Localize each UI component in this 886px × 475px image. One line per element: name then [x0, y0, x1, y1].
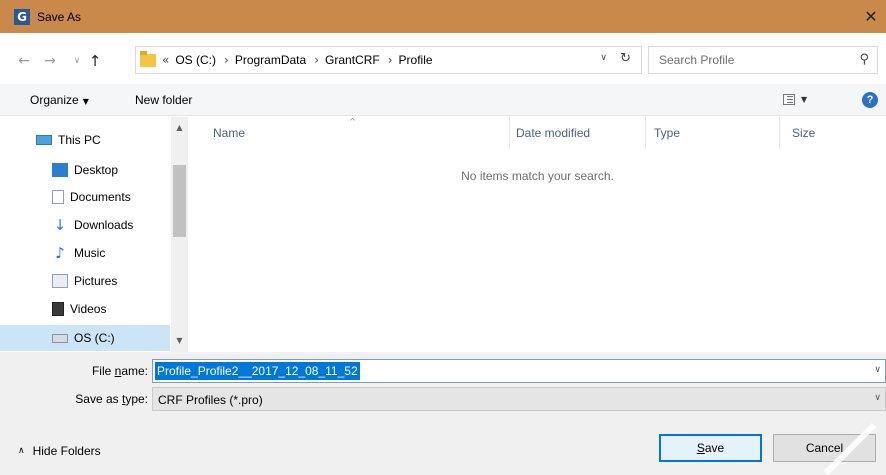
sidebar-item-pictures[interactable]: Pictures — [0, 268, 170, 294]
sidebar-item-label: This PC — [58, 133, 101, 147]
forward-arrow-icon[interactable]: → — [40, 51, 60, 71]
sidebar-item-documents[interactable]: Documents — [0, 184, 170, 210]
breadcrumb-profile[interactable]: Profile — [399, 53, 433, 67]
column-header-name[interactable]: Name — [213, 117, 245, 149]
download-arrow-icon: ↓ — [53, 216, 67, 234]
title-bar: G Save As ✕ — [0, 0, 886, 33]
column-header-date-modified[interactable]: Date modified — [516, 117, 590, 149]
sidebar-item-desktop[interactable]: Desktop — [0, 157, 170, 183]
back-arrow-icon[interactable]: ← — [14, 51, 34, 71]
file-list: Name ^ Date modified Type Size No items … — [189, 117, 886, 352]
sort-ascending-icon: ^ — [349, 117, 356, 126]
music-note-icon: ♪ — [55, 244, 65, 262]
column-divider[interactable] — [779, 117, 780, 149]
documents-icon — [52, 190, 64, 204]
label-text: File — [91, 364, 115, 378]
file-name-label: File name: — [60, 364, 148, 378]
command-toolbar: Organize ▼ New folder ▼ ? — [0, 84, 886, 116]
sidebar-item-music[interactable]: ♪ Music — [0, 240, 170, 266]
file-name-input[interactable]: Profile_Profile2__2017_12_08_11_52 ∨ — [152, 359, 886, 383]
app-icon: G — [14, 8, 30, 25]
save-label: ave — [704, 441, 725, 455]
scroll-up-arrow-icon[interactable]: ▲ — [171, 119, 188, 135]
address-dropdown-chevron-icon[interactable]: ∨ — [600, 53, 607, 63]
save-button[interactable]: Save — [659, 434, 762, 462]
refresh-icon[interactable]: ↻ — [620, 51, 631, 66]
column-header-type[interactable]: Type — [654, 117, 680, 149]
pictures-icon — [52, 274, 68, 288]
video-film-icon — [52, 302, 64, 316]
sidebar-item-label: OS (C:) — [74, 331, 115, 345]
sidebar-item-label: Downloads — [74, 218, 134, 232]
chevron-up-icon: ∧ — [18, 446, 25, 456]
column-header-size[interactable]: Size — [792, 117, 815, 149]
search-icon[interactable]: ⚲ — [859, 52, 869, 67]
navigation-pane-scrollbar[interactable]: ▲ ▼ — [171, 117, 188, 352]
breadcrumb-programdata[interactable]: ProgramData — [235, 53, 306, 67]
help-icon[interactable]: ? — [862, 92, 878, 108]
search-input[interactable]: Search Profile ⚲ — [648, 46, 878, 74]
close-icon[interactable]: ✕ — [856, 0, 886, 33]
watermark-icon — [823, 422, 877, 475]
sidebar-item-label: Pictures — [74, 274, 118, 288]
view-options-icon[interactable] — [783, 94, 795, 105]
sidebar-item-label: Documents — [70, 190, 131, 204]
new-folder-button[interactable]: New folder — [135, 93, 192, 107]
organize-button[interactable]: Organize ▼ — [30, 93, 89, 107]
file-name-dropdown-chevron-icon[interactable]: ∨ — [874, 365, 881, 375]
save-form-area: File name: Profile_Profile2__2017_12_08_… — [0, 352, 886, 475]
save-accelerator: S — [696, 441, 705, 455]
sidebar-item-label: Desktop — [74, 163, 119, 177]
hide-folders-button[interactable]: ∧ Hide Folders — [18, 444, 101, 458]
address-bar[interactable]: « OS (C:) › ProgramData › GrantCRF › Pro… — [135, 46, 642, 74]
breadcrumb-separator-icon[interactable]: › — [388, 53, 393, 67]
search-placeholder: Search Profile — [659, 53, 735, 67]
save-as-type-value: CRF Profiles (*.pro) — [158, 393, 263, 407]
label-text: ame: — [121, 364, 148, 378]
computer-icon — [36, 135, 52, 145]
navigation-row: ← → ∨ ↑ « OS (C:) › ProgramData › GrantC… — [0, 44, 886, 78]
label-text: ype: — [125, 392, 148, 406]
desktop-folder-icon — [52, 163, 68, 177]
up-arrow-icon[interactable]: ↑ — [85, 51, 105, 71]
window-title: Save As — [37, 9, 82, 24]
sidebar-item-os-c[interactable]: OS (C:) — [0, 325, 170, 351]
breadcrumb-separator-icon[interactable]: › — [224, 53, 229, 67]
navigation-pane: This PC Desktop Documents ↓ Downloads ♪ … — [0, 117, 188, 352]
caret-down-icon: ▼ — [82, 97, 89, 106]
empty-folder-message: No items match your search. — [461, 169, 614, 183]
file-name-value: Profile_Profile2__2017_12_08_11_52 — [155, 362, 360, 380]
scroll-down-arrow-icon[interactable]: ▼ — [171, 332, 188, 348]
breadcrumb-separator-icon[interactable]: › — [314, 53, 319, 67]
breadcrumb-overflow-icon[interactable]: « — [162, 53, 169, 67]
column-divider[interactable] — [509, 117, 510, 149]
hide-folders-label: Hide Folders — [32, 444, 101, 458]
label-text: Save as — [75, 392, 122, 406]
save-as-type-chevron-icon[interactable]: ∨ — [874, 393, 881, 403]
drive-icon — [52, 333, 68, 343]
save-as-type-label: Save as type: — [40, 392, 148, 406]
recent-locations-chevron-icon[interactable]: ∨ — [67, 51, 87, 71]
sidebar-item-this-pc[interactable]: This PC — [0, 127, 170, 153]
breadcrumb-grantcrf[interactable]: GrantCRF — [325, 53, 380, 67]
breadcrumb-os-c[interactable]: OS (C:) — [175, 53, 216, 67]
sidebar-item-label: Music — [74, 246, 106, 260]
scrollbar-thumb[interactable] — [173, 165, 186, 237]
view-options-caret-icon[interactable]: ▼ — [801, 95, 807, 104]
sidebar-item-label: Videos — [70, 302, 107, 316]
column-divider[interactable] — [645, 117, 646, 149]
sidebar-item-downloads[interactable]: ↓ Downloads — [0, 212, 170, 238]
organize-label: Organize — [30, 93, 79, 107]
save-as-type-select[interactable]: CRF Profiles (*.pro) ∨ — [152, 387, 886, 411]
folder-icon — [140, 50, 156, 67]
sidebar-item-videos[interactable]: Videos — [0, 296, 170, 322]
